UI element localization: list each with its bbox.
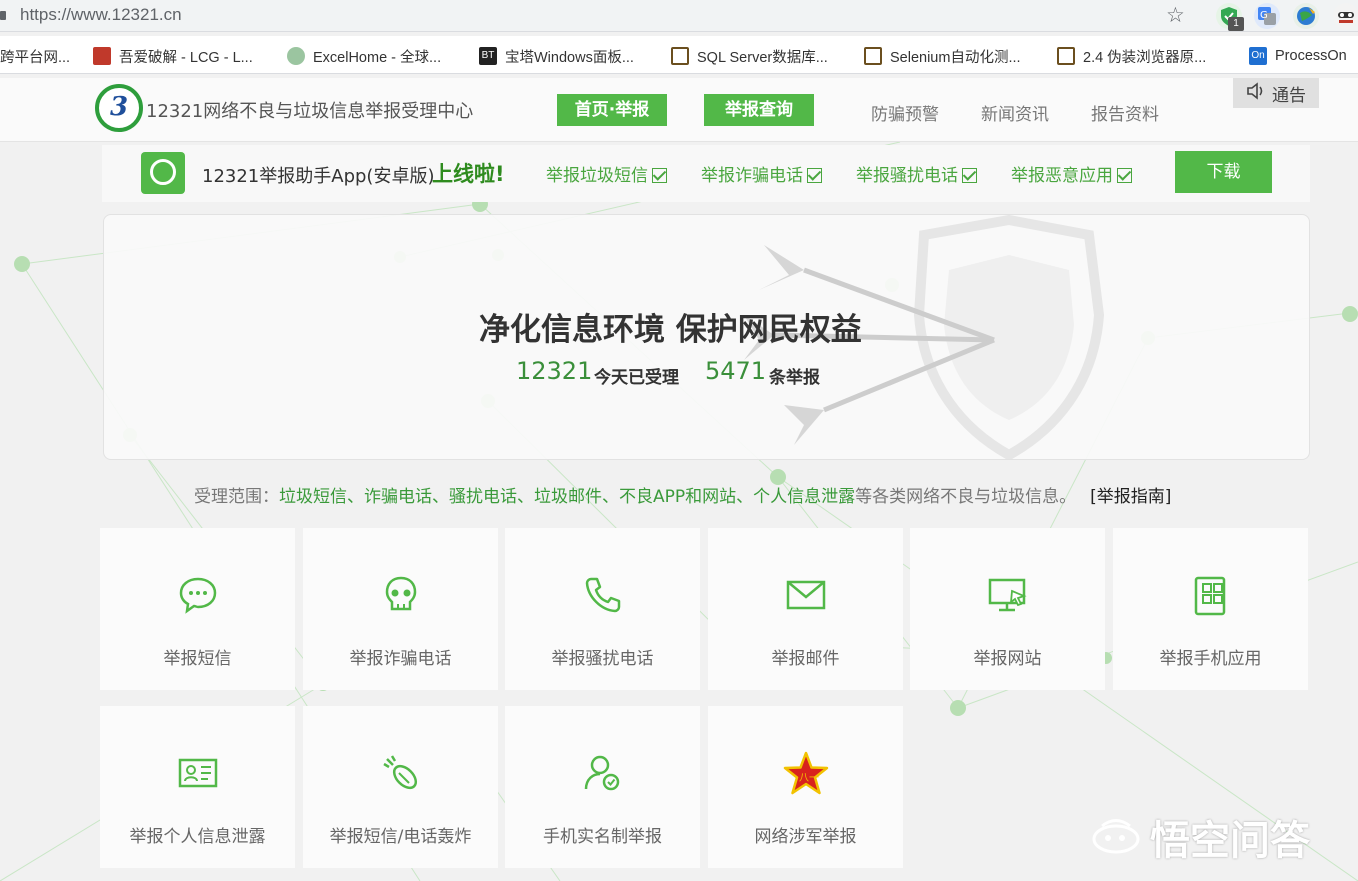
excelhome-icon: [287, 47, 305, 65]
tile-label: 手机实名制举报: [543, 827, 662, 847]
scope-items[interactable]: 垃圾短信、诈骗电话、骚扰电话、垃圾邮件、不良APP和网站、个人信息泄露: [279, 487, 855, 507]
incognito-icon[interactable]: [1333, 3, 1358, 29]
nav-reports[interactable]: 报告资料: [1091, 100, 1159, 125]
tile-report-website[interactable]: 举报网站: [910, 528, 1105, 690]
v-icon: [864, 47, 882, 65]
tile-report-personal-info[interactable]: 举报个人信息泄露: [100, 706, 295, 868]
bookmark-item[interactable]: BT 宝塔Windows面板...: [479, 45, 634, 67]
phone-icon: [505, 573, 700, 617]
tile-label: 举报手机应用: [1159, 649, 1262, 669]
checkbox-icon: [962, 168, 977, 183]
bomb-icon: [303, 751, 498, 795]
translate-icon[interactable]: G: [1254, 3, 1280, 29]
mail-icon: [708, 573, 903, 617]
tile-label: 举报邮件: [771, 649, 840, 669]
app-name: 12321举报助手App(安卓版): [202, 166, 435, 187]
checkbox-icon: [1117, 168, 1132, 183]
tile-military-report[interactable]: 八一 网络涉军举报: [708, 706, 903, 868]
nav-home-report[interactable]: 首页·举报: [557, 94, 667, 126]
svg-text:八一: 八一: [799, 773, 819, 784]
download-button[interactable]: 下载: [1175, 151, 1272, 193]
tile-real-name-report[interactable]: 手机实名制举报: [505, 706, 700, 868]
tile-label: 举报骚扰电话: [551, 649, 654, 669]
bookmark-item[interactable]: 吾爱破解 - LCG - L...: [93, 45, 253, 67]
nav-news[interactable]: 新闻资讯: [981, 100, 1049, 125]
bookmark-star-icon[interactable]: ☆: [1166, 3, 1185, 27]
skull-icon: [303, 573, 498, 617]
wukong-logo-icon: [1092, 819, 1140, 854]
app-online-text: 上线啦!: [432, 162, 505, 186]
user-verified-icon: [505, 751, 700, 795]
app-feature: 举报垃圾短信: [546, 161, 667, 186]
bookmark-item[interactable]: SQL Server数据库...: [671, 45, 828, 67]
report-count: 5471: [705, 357, 767, 385]
hotline-number: 12321: [516, 357, 593, 385]
wukong-watermark: 悟空问答: [1090, 808, 1310, 866]
52pojie-icon: [93, 47, 111, 65]
tile-label: 举报短信: [163, 649, 232, 669]
tile-report-mobile-app[interactable]: 举报手机应用: [1113, 528, 1308, 690]
processon-icon: On: [1249, 47, 1267, 65]
hero-text-reports: 条举报: [769, 368, 820, 388]
checkbox-icon: [652, 168, 667, 183]
address-bar[interactable]: https://www.12321.cn ☆ 1 G: [0, 0, 1358, 32]
app-feature: 举报诈骗电话: [701, 161, 822, 186]
bookmark-item[interactable]: 跨平台网...: [0, 45, 70, 67]
report-guide-link[interactable]: [举报指南]: [1090, 487, 1171, 507]
globe-extension-icon[interactable]: [1293, 3, 1319, 29]
notice-button[interactable]: 通告: [1233, 78, 1319, 108]
app-banner: 12321举报助手App(安卓版) 上线啦! 举报垃圾短信 举报诈骗电话 举报骚…: [102, 145, 1310, 202]
app-logo-icon: [141, 152, 185, 194]
svg-text:G: G: [1260, 10, 1268, 21]
app-grid-icon: [1113, 573, 1308, 617]
tile-label: 举报短信/电话轰炸: [329, 827, 472, 847]
bookmark-item[interactable]: 2.4 伪装浏览器原...: [1057, 45, 1206, 67]
v-icon: [671, 47, 689, 65]
bookmarks-bar: 跨平台网... 吾爱破解 - LCG - L... ExcelHome - 全球…: [0, 36, 1358, 74]
tile-report-mail[interactable]: 举报邮件: [708, 528, 903, 690]
v-icon: [1057, 47, 1075, 65]
site-title[interactable]: 12321网络不良与垃圾信息举报受理中心: [146, 97, 473, 123]
scope-suffix: 等各类网络不良与垃圾信息。: [855, 487, 1077, 507]
tile-label: 举报网站: [973, 649, 1042, 669]
tile-report-sms[interactable]: 举报短信: [100, 528, 295, 690]
tile-report-fraud-call[interactable]: 举报诈骗电话: [303, 528, 498, 690]
tile-label: 举报个人信息泄露: [129, 827, 266, 847]
tile-label: 网络涉军举报: [754, 827, 857, 847]
extension-badge: 1: [1228, 17, 1244, 31]
nav-fraud-warning[interactable]: 防骗预警: [871, 100, 939, 125]
hero-panel: 净化信息环境 保护网民权益 12321 今天已受理 5471 条举报: [103, 214, 1310, 460]
watermark-text: 悟空问答: [1150, 818, 1310, 864]
tile-report-harass-call[interactable]: 举报骚扰电话: [505, 528, 700, 690]
app-feature: 举报恶意应用: [1011, 161, 1132, 186]
site-logo[interactable]: 3: [95, 84, 143, 132]
app-feature: 举报骚扰电话: [856, 161, 977, 186]
lock-icon: [0, 11, 6, 20]
url-text[interactable]: https://www.12321.cn: [20, 5, 182, 25]
scope-prefix: 受理范围：: [194, 487, 279, 507]
bt-icon: BT: [479, 47, 497, 65]
nav-report-query[interactable]: 举报查询: [704, 94, 814, 126]
checkbox-icon: [807, 168, 822, 183]
bookmark-item[interactable]: On ProcessOn: [1249, 45, 1347, 67]
scope-line: 受理范围：垃圾短信、诈骗电话、骚扰电话、垃圾邮件、不良APP和网站、个人信息泄露…: [194, 482, 1171, 507]
tile-report-bombing[interactable]: 举报短信/电话轰炸: [303, 706, 498, 868]
notice-label: 通告: [1272, 85, 1306, 106]
site-header: 3 12321网络不良与垃圾信息举报受理中心 首页·举报 举报查询 防骗预警 新…: [0, 78, 1358, 142]
monitor-icon: [910, 573, 1105, 617]
tile-label: 举报诈骗电话: [349, 649, 452, 669]
speaker-icon: [1246, 82, 1266, 104]
bookmark-item[interactable]: Selenium自动化测...: [864, 45, 1021, 67]
hero-title: 净化信息环境 保护网民权益: [479, 312, 862, 348]
army-star-icon: 八一: [708, 751, 903, 795]
hero-text-accepted: 今天已受理: [594, 368, 679, 388]
id-card-icon: [100, 751, 295, 795]
bookmark-item[interactable]: ExcelHome - 全球...: [287, 45, 441, 67]
chat-bubble-icon: [100, 573, 295, 617]
